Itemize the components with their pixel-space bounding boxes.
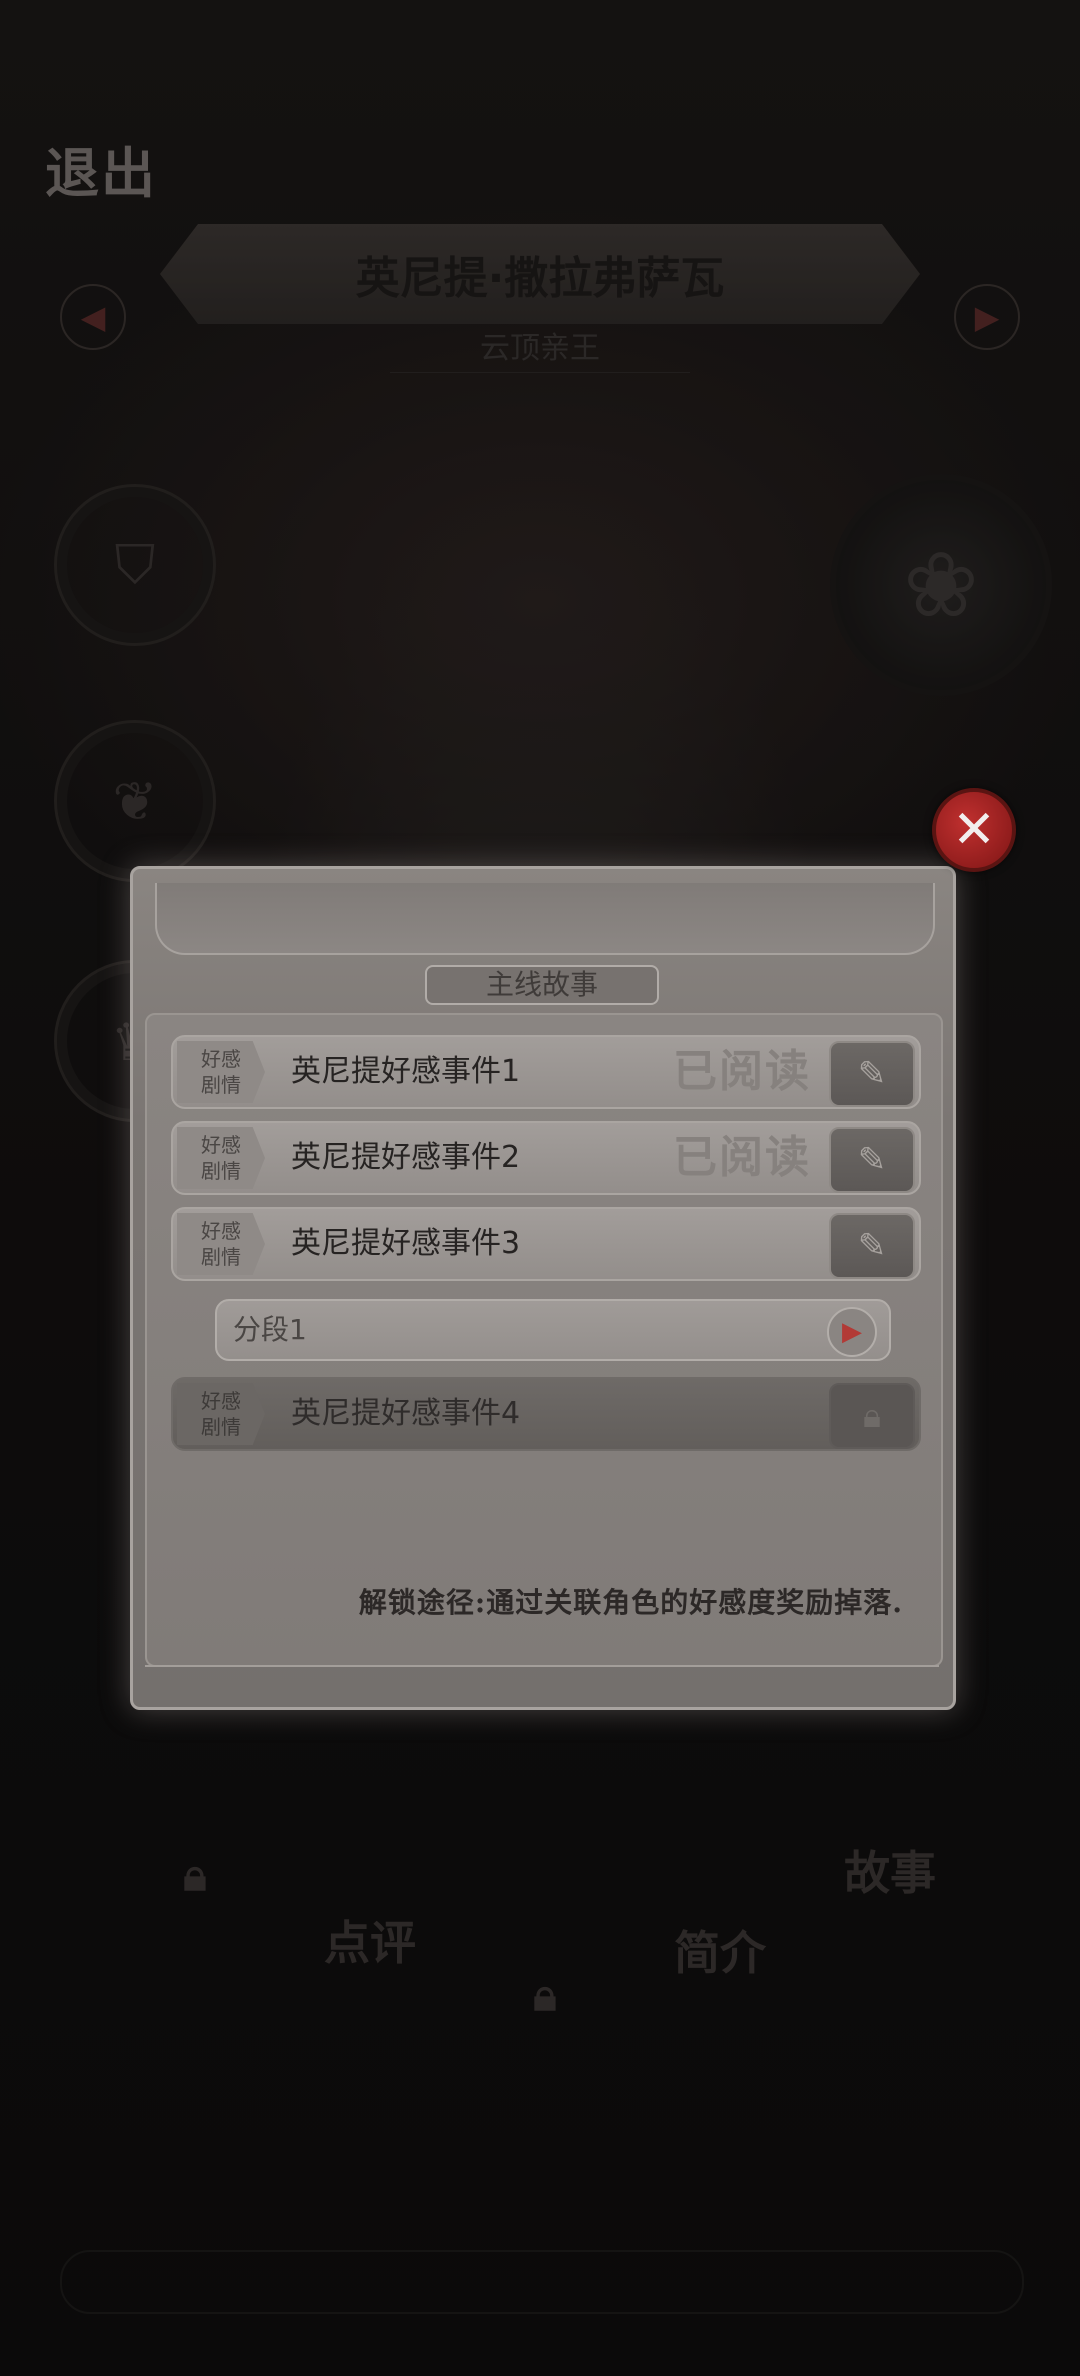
modal-footer-frame xyxy=(145,1665,939,1697)
affection-tag: 好感 剧情 xyxy=(177,1127,265,1189)
story-title: 英尼提好感事件3 xyxy=(291,1226,521,1261)
unlock-hint: 解锁途径:通过关联角色的好感度奖励掉落. xyxy=(358,1586,903,1619)
read-status: 已阅读 xyxy=(673,1046,811,1097)
story-modal: 主线故事 好感 剧情 英尼提好感事件1 已阅读 ✎ 好感 剧情 英尼提好感事件2 已… xyxy=(130,866,956,1710)
segment-item[interactable]: 分段1 ▶ xyxy=(215,1299,891,1361)
lock-icon: 🔒︎ xyxy=(829,1383,915,1449)
affection-tag: 好感 剧情 xyxy=(177,1041,265,1103)
affection-tag: 好感 剧情 xyxy=(177,1213,265,1275)
modal-header-frame xyxy=(155,883,935,955)
edit-pencil-icon[interactable]: ✎ xyxy=(829,1213,915,1279)
edit-pencil-icon[interactable]: ✎ xyxy=(829,1041,915,1107)
affection-tag: 好感 剧情 xyxy=(177,1383,265,1445)
story-row-1[interactable]: 好感 剧情 英尼提好感事件1 已阅读 ✎ xyxy=(171,1035,921,1109)
section-title: 主线故事 xyxy=(425,965,659,1005)
story-row-2[interactable]: 好感 剧情 英尼提好感事件2 已阅读 ✎ xyxy=(171,1121,921,1195)
story-title: 英尼提好感事件1 xyxy=(291,1054,521,1089)
story-row-3[interactable]: 好感 剧情 英尼提好感事件3 ✎ xyxy=(171,1207,921,1281)
edit-pencil-icon[interactable]: ✎ xyxy=(829,1127,915,1193)
close-icon[interactable]: ✕ xyxy=(932,788,1016,872)
segment-label: 分段1 xyxy=(233,1313,307,1346)
story-title: 英尼提好感事件4 xyxy=(291,1396,521,1431)
story-row-4-locked: 好感 剧情 英尼提好感事件4 🔒︎ xyxy=(171,1377,921,1451)
play-icon[interactable]: ▶ xyxy=(827,1307,877,1357)
read-status: 已阅读 xyxy=(673,1132,811,1183)
story-title: 英尼提好感事件2 xyxy=(291,1140,521,1175)
story-list: 好感 剧情 英尼提好感事件1 已阅读 ✎ 好感 剧情 英尼提好感事件2 已阅读 ✎ … xyxy=(145,1013,943,1667)
